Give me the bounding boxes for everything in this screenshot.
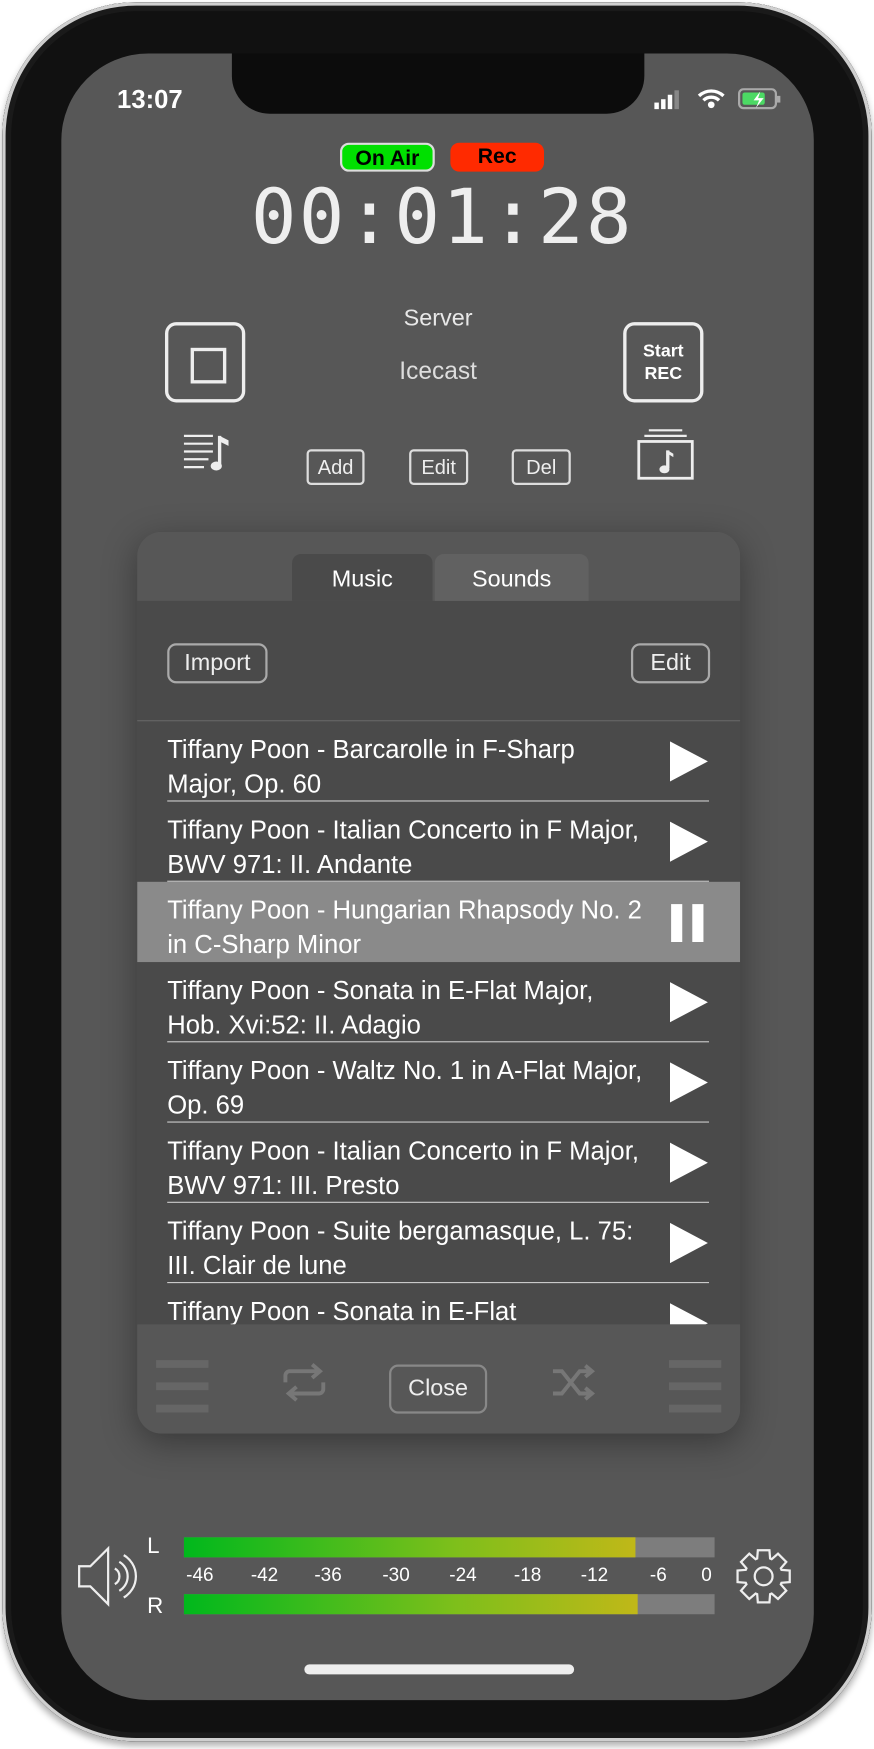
edit-button[interactable]: Edit [409,449,469,485]
track-title: Tiffany Poon - Suite bergamasque, L. 75:… [167,1216,634,1280]
home-indicator[interactable] [304,1664,575,1675]
playlist-panel: Music Sounds Import Edit Tiffany Poon - … [137,531,741,1434]
meter-tick-label: -6 [649,1564,667,1586]
close-button[interactable]: Close [389,1364,488,1414]
settings-gear-icon[interactable] [734,1546,794,1612]
track-row[interactable]: Tiffany Poon - Sonata in E-Flat [137,1283,740,1325]
play-icon[interactable] [668,819,710,864]
track-list[interactable]: Tiffany Poon - Barcarolle in F-Sharp Maj… [137,721,741,1325]
right-channel-label: R [147,1594,164,1619]
track-title: Tiffany Poon - Hungarian Rhapsody No. 2 … [167,895,642,959]
stop-icon [190,347,227,384]
status-time: 13:07 [117,84,183,114]
track-row[interactable]: Tiffany Poon - Italian Concerto in F Maj… [137,802,740,882]
pause-icon[interactable] [668,900,710,945]
start-rec-label-1: Start [642,342,684,362]
reorder-right-icon[interactable] [668,1360,723,1419]
rec-badge: Rec [450,142,545,172]
meter-tick-label: -36 [314,1564,342,1586]
delete-button[interactable]: Del [511,449,571,485]
repeat-icon[interactable] [281,1360,328,1410]
start-rec-button[interactable]: Start REC [623,322,704,403]
on-air-badge: On Air [340,142,435,172]
meter-tick-label: -30 [382,1564,410,1586]
meter-tick-label: -24 [449,1564,477,1586]
track-title: Tiffany Poon - Italian Concerto in F Maj… [167,1135,639,1200]
track-row[interactable]: Tiffany Poon - Sonata in E-Flat Major, H… [137,962,740,1043]
play-icon[interactable] [668,1221,710,1266]
server-label: Server [403,305,473,332]
track-row[interactable]: Tiffany Poon - Suite bergamasque, L. 75:… [137,1203,740,1284]
track-title: Tiffany Poon - Sonata in E-Flat [167,1296,517,1325]
play-icon[interactable] [668,739,710,784]
stop-button[interactable] [164,322,246,403]
track-row[interactable]: Tiffany Poon - Italian Concerto in F Maj… [137,1123,740,1203]
battery-icon [737,88,783,116]
right-level-fill [183,1594,638,1615]
track-title: Tiffany Poon - Barcarolle in F-Sharp Maj… [167,734,575,799]
meter-tick-label: -12 [580,1564,609,1586]
import-button[interactable]: Import [167,643,268,684]
track-row[interactable]: Tiffany Poon - Hungarian Rhapsody No. 2 … [137,881,741,963]
add-button[interactable]: Add [306,449,365,485]
left-channel-label: L [147,1533,160,1559]
server-value: Icecast [399,356,477,385]
track-title: Tiffany Poon - Waltz No. 1 in A-Flat Maj… [167,1055,643,1120]
start-rec-label-2: REC [644,364,683,384]
meter-tick-label: -18 [513,1564,542,1586]
track-row[interactable]: Tiffany Poon - Barcarolle in F-Sharp Maj… [137,721,740,802]
playlist-icon[interactable] [182,433,233,481]
panel-footer: Close [137,1324,741,1434]
shuffle-icon[interactable] [551,1362,598,1408]
signal-icon [652,89,685,115]
panel-edit-button[interactable]: Edit [630,643,711,684]
reorder-left-icon[interactable] [156,1360,210,1419]
track-title: Tiffany Poon - Italian Concerto in F Maj… [167,814,639,879]
speaker-icon[interactable] [75,1544,137,1614]
wifi-icon [697,87,726,115]
left-level-fill [183,1537,635,1558]
play-icon[interactable] [668,1301,710,1325]
track-row[interactable]: Tiffany Poon - Waltz No. 1 in A-Flat Maj… [137,1042,740,1123]
album-icon[interactable] [635,428,695,487]
notch [231,53,645,114]
play-icon[interactable] [668,1140,710,1185]
elapsed-timer: 00:01:28 [250,173,634,262]
play-icon[interactable] [668,980,710,1025]
meter-tick-label: -46 [186,1564,214,1586]
meter-tick-label: -42 [250,1564,279,1586]
play-icon[interactable] [668,1060,710,1105]
left-level-meter [183,1537,715,1558]
meter-tick-label: 0 [701,1564,712,1586]
tab-music[interactable]: Music [292,554,433,601]
track-title: Tiffany Poon - Sonata in E-Flat Major, H… [167,975,594,1039]
right-level-meter [183,1594,715,1615]
tab-sounds[interactable]: Sounds [434,554,589,601]
app-screen: 13:07 On Air Rec 00:01:28 Server Icecast… [61,53,814,1701]
